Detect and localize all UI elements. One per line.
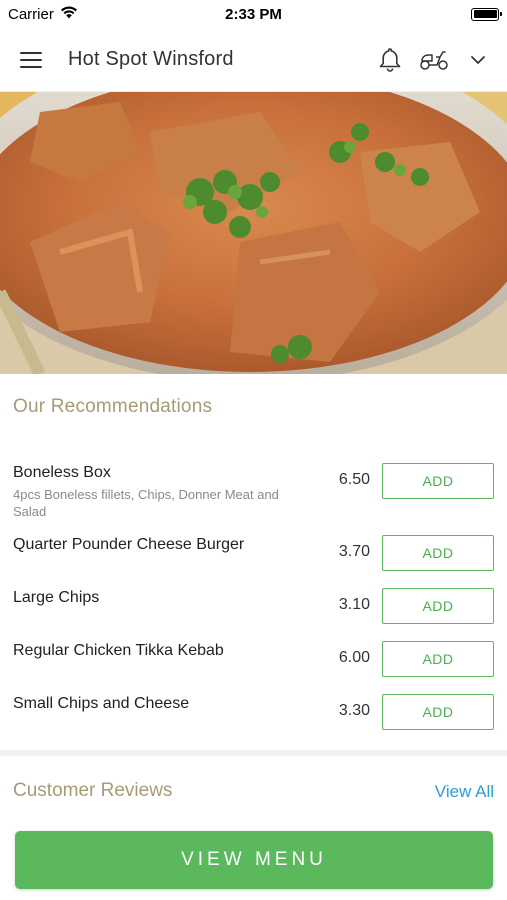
- chevron-down-icon[interactable]: [463, 45, 493, 75]
- menu-icon[interactable]: [20, 48, 50, 72]
- status-bar: Carrier 2:33 PM: [0, 0, 507, 28]
- view-all-link[interactable]: View All: [435, 782, 494, 802]
- wifi-icon: [60, 6, 78, 23]
- item-name: Regular Chicken Tikka Kebab: [13, 642, 224, 659]
- item-name: Quarter Pounder Cheese Burger: [13, 536, 245, 553]
- add-button[interactable]: ADD: [382, 588, 494, 624]
- add-button[interactable]: ADD: [382, 535, 494, 571]
- scooter-icon[interactable]: [419, 45, 449, 75]
- add-button[interactable]: ADD: [382, 694, 494, 730]
- item-price: 6.00: [338, 649, 370, 666]
- battery-icon: [471, 7, 502, 21]
- status-left: Carrier: [8, 6, 78, 23]
- item-name: Small Chips and Cheese: [13, 695, 190, 712]
- item-price: 3.70: [338, 543, 370, 560]
- recommendations-title: Our Recommendations: [13, 396, 213, 417]
- app-header: Hot Spot Winsford: [0, 28, 507, 92]
- carrier-label: Carrier: [8, 5, 54, 23]
- add-button[interactable]: ADD: [382, 641, 494, 677]
- item-price: 6.50: [338, 471, 370, 488]
- item-price: 3.30: [338, 702, 370, 719]
- item-name: Large Chips: [13, 589, 100, 606]
- bell-icon[interactable]: [375, 45, 405, 75]
- view-menu-button[interactable]: VIEW MENU: [15, 831, 493, 889]
- item-price: 3.10: [338, 596, 370, 613]
- item-description: 4pcs Boneless fillets, Chips, Donner Mea…: [13, 487, 279, 519]
- page-title: Hot Spot Winsford: [68, 48, 234, 70]
- header-actions: [375, 45, 493, 75]
- section-divider: [0, 750, 507, 756]
- add-button[interactable]: ADD: [382, 463, 494, 499]
- hero-food-image: [0, 92, 507, 374]
- reviews-title: Customer Reviews: [13, 780, 173, 801]
- item-name: Boneless Box: [13, 464, 111, 481]
